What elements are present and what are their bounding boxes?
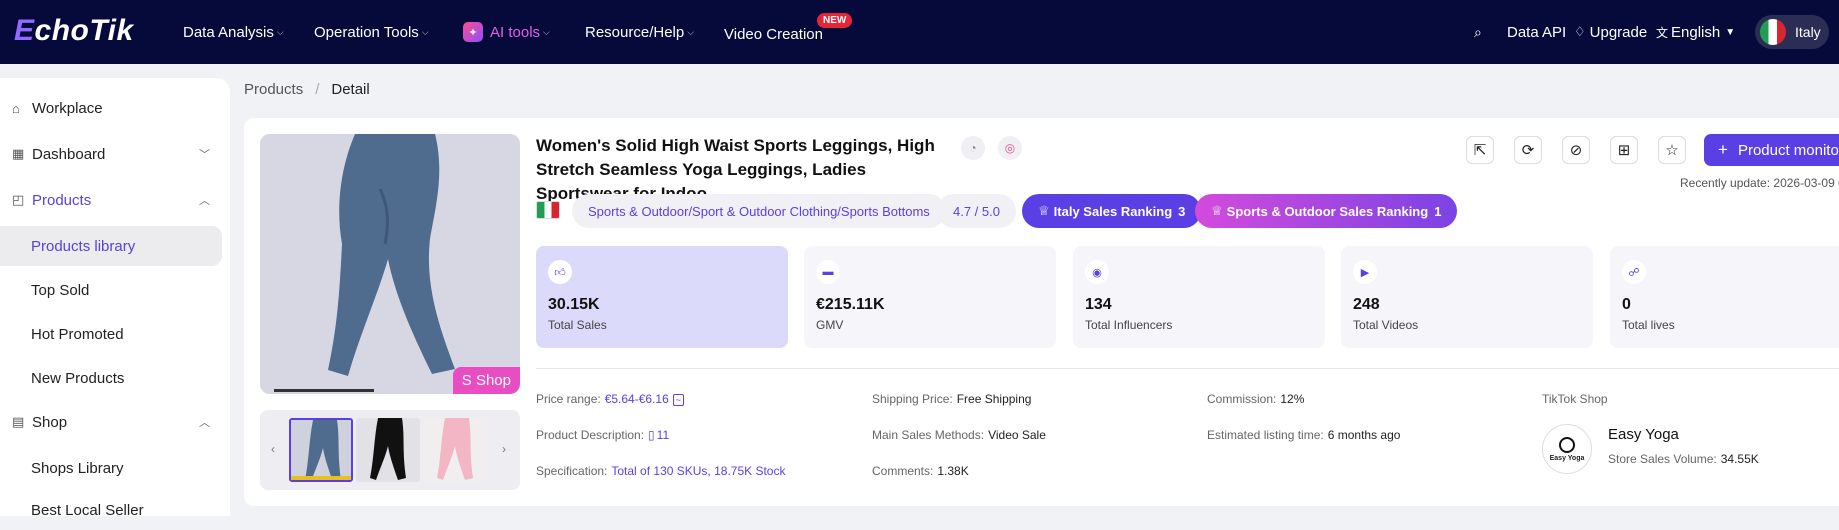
logo-text: choTik <box>34 14 134 47</box>
top-navbar: EchoTik Data Analysis ⌵ Operation Tools ⌵ … <box>0 0 1839 64</box>
sidebar: ⌂ Workplace ▦ Dashboard ﹀ ◰ Products ︿ Produc… <box>0 78 230 519</box>
metric-gmv[interactable]: ▬ €215.11K GMV <box>804 246 1056 348</box>
sidebar-item-shop[interactable]: ▤ Shop ︿ <box>0 402 222 442</box>
influencer-icon: ◉ <box>1085 260 1109 284</box>
shop-logo-mark <box>1559 436 1575 453</box>
product-monitor-button[interactable]: + Product monito <box>1704 134 1839 166</box>
thumbnail-1[interactable] <box>289 418 353 482</box>
nav-operation-tools[interactable]: Operation Tools ⌵ <box>314 0 429 64</box>
price-chart-icon[interactable]: ~ <box>672 394 685 406</box>
chart-icon[interactable]: ◔ <box>961 136 985 160</box>
product-main-image[interactable]: S Shop <box>260 134 520 394</box>
new-badge: NEW <box>817 13 853 28</box>
sidebar-item-dashboard[interactable]: ▦ Dashboard ﹀ <box>0 134 222 174</box>
main-sales-methods: Main Sales Methods: Video Sale <box>872 428 1046 442</box>
image-progress-bar <box>274 389 374 392</box>
sidebar-item-best-local-seller[interactable]: Best Local Seller <box>0 490 222 530</box>
specification: Specification: Total of 130 SKUs, 18.75K … <box>536 464 786 478</box>
star-icon[interactable]: ☆ <box>1658 136 1686 164</box>
sidebar-item-shops-library[interactable]: Shops Library <box>0 448 222 488</box>
thumbnail-2[interactable] <box>356 418 420 482</box>
sidebar-item-top-sold[interactable]: Top Sold <box>0 270 222 310</box>
shop-icon: ▤ <box>12 414 25 429</box>
trophy-icon: ♕ <box>1211 203 1223 218</box>
nav-video-creation[interactable]: Video Creation <box>724 0 823 64</box>
refresh-icon[interactable]: ⟳ <box>1514 136 1542 164</box>
logo[interactable]: EchoTik <box>14 14 134 48</box>
link-icon[interactable]: ⊘ <box>1562 136 1590 164</box>
sidebar-item-products-library[interactable]: Products library <box>0 226 222 266</box>
shipping-price: Shipping Price: Free Shipping <box>872 392 1032 406</box>
qr-code-icon[interactable]: ⊞ <box>1610 136 1638 164</box>
live-icon: ☍ <box>1622 260 1646 284</box>
breadcrumb-products[interactable]: Products <box>244 81 303 98</box>
upgrade-link[interactable]: ♢ Upgrade <box>1574 0 1647 64</box>
sidebar-item-hot-promoted[interactable]: Hot Promoted <box>0 314 222 354</box>
italy-sales-ranking-badge[interactable]: ♕ Italy Sales Ranking 3 <box>1022 194 1202 228</box>
ai-icon: ✦ <box>463 22 483 42</box>
breadcrumb: Products / Detail <box>244 81 370 98</box>
chevron-down-icon: ⌵ <box>276 26 284 37</box>
chevron-down-icon: ⌵ <box>543 26 550 37</box>
nav-resource-help[interactable]: Resource/Help ⌵ <box>585 0 694 64</box>
metric-total-influencers[interactable]: ◉ 134 Total Influencers <box>1073 246 1325 348</box>
metric-total-sales[interactable]: 👍︎ 30.15K Total Sales <box>536 246 788 348</box>
category-tag[interactable]: Sports & Outdoor/Sport & Outdoor Clothin… <box>572 194 946 228</box>
commission: Commission: 12% <box>1207 392 1305 406</box>
shop-logo[interactable]: Easy Yoga <box>1542 424 1592 474</box>
metric-total-lives[interactable]: ☍ 0 Total lives <box>1610 246 1839 348</box>
fingerprint-icon[interactable]: ◎ <box>998 136 1022 160</box>
nav-data-analysis[interactable]: Data Analysis ⌵ <box>183 0 284 64</box>
chevron-up-icon: ︿ <box>199 417 210 429</box>
language-selector[interactable]: 文 English ▼ <box>1656 0 1735 64</box>
divider <box>536 368 1839 369</box>
chevron-right-icon[interactable]: › <box>502 442 506 456</box>
data-api-link[interactable]: Data API <box>1507 0 1566 64</box>
video-icon: ▶ <box>1353 260 1377 284</box>
translate-icon: 文 <box>1656 25 1669 40</box>
italy-flag-icon <box>1760 19 1786 45</box>
thumbs-up-icon: 👍︎ <box>548 260 572 284</box>
chevron-down-icon: ⌵ <box>687 26 695 37</box>
chevron-up-icon: ︿ <box>199 195 210 207</box>
thumbnail-3[interactable] <box>423 418 487 482</box>
diamond-icon: ♢ <box>1574 24 1586 39</box>
price-range: Price range: €5.64-€6.16 ~ <box>536 392 685 406</box>
document-icon[interactable]: ▯ <box>648 428 655 442</box>
recently-update: Recently update: 2026-03-09 0 <box>1680 176 1839 190</box>
sidebar-item-products[interactable]: ◰ Products ︿ <box>0 180 222 220</box>
tiktok-shop-label: TikTok Shop <box>1542 392 1608 406</box>
chevron-down-icon: ﹀ <box>199 149 210 161</box>
thumbnail-strip: ‹ › <box>260 410 520 490</box>
shop-badge: S Shop <box>452 367 520 394</box>
sidebar-item-workplace[interactable]: ⌂ Workplace <box>0 88 222 128</box>
external-link-icon[interactable]: ⇱ <box>1466 136 1494 164</box>
caret-down-icon: ▼ <box>1725 26 1736 38</box>
region-selector[interactable]: Italy <box>1755 15 1829 49</box>
search-icon[interactable]: ⌕ <box>1474 0 1482 64</box>
home-icon: ⌂ <box>12 100 20 116</box>
chevron-left-icon[interactable]: ‹ <box>271 442 275 456</box>
store-sales-volume: Store Sales Volume: 34.55K <box>1608 452 1759 466</box>
bag-icon: ◰ <box>12 192 25 207</box>
chevron-down-icon: ⌵ <box>421 26 429 37</box>
metric-total-videos[interactable]: ▶ 248 Total Videos <box>1341 246 1593 348</box>
breadcrumb-detail: Detail <box>331 81 370 98</box>
category-sales-ranking-badge[interactable]: ♕ Sports & Outdoor Sales Ranking 1 <box>1195 194 1458 228</box>
trophy-icon: ♕ <box>1038 203 1050 218</box>
italy-flag-icon <box>536 201 560 219</box>
listing-time: Estimated listing time: 6 months ago <box>1207 428 1401 442</box>
sidebar-item-new-products[interactable]: New Products <box>0 358 222 398</box>
nav-ai-tools[interactable]: ✦ AI tools ⌵ <box>463 0 550 64</box>
product-description: Product Description: ▯ 11 <box>536 428 670 442</box>
rating-tag: 4.7 / 5.0 <box>937 194 1016 228</box>
plus-icon: + <box>1718 140 1728 159</box>
comments: Comments: 1.38K <box>872 464 969 478</box>
shop-name[interactable]: Easy Yoga <box>1608 426 1679 443</box>
wallet-icon: ▬ <box>816 260 840 284</box>
grid-icon: ▦ <box>12 146 25 161</box>
